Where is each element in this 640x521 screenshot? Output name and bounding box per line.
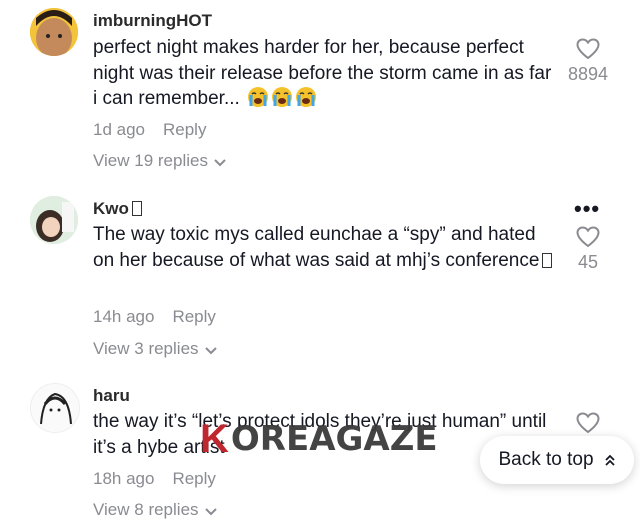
back-to-top-button[interactable]: Back to top <box>480 436 634 484</box>
comment-meta: 18h ago Reply <box>93 469 216 489</box>
view-replies-button[interactable]: View 8 replies <box>93 500 217 521</box>
reply-button[interactable]: Reply <box>172 469 215 488</box>
heart-icon <box>558 412 618 434</box>
watermark-letter: K <box>200 416 229 461</box>
double-chevron-up-icon <box>604 453 616 467</box>
watermark-logo: K OREAGAZE <box>200 416 438 461</box>
watermark-text: OREAGAZE <box>230 419 438 459</box>
back-to-top-label: Back to top <box>498 449 594 470</box>
avatar[interactable] <box>30 383 80 433</box>
like-button[interactable] <box>558 412 618 434</box>
username[interactable]: haru <box>93 386 130 406</box>
timestamp: 18h ago <box>93 469 155 488</box>
view-replies-label: View 8 replies <box>93 500 199 519</box>
